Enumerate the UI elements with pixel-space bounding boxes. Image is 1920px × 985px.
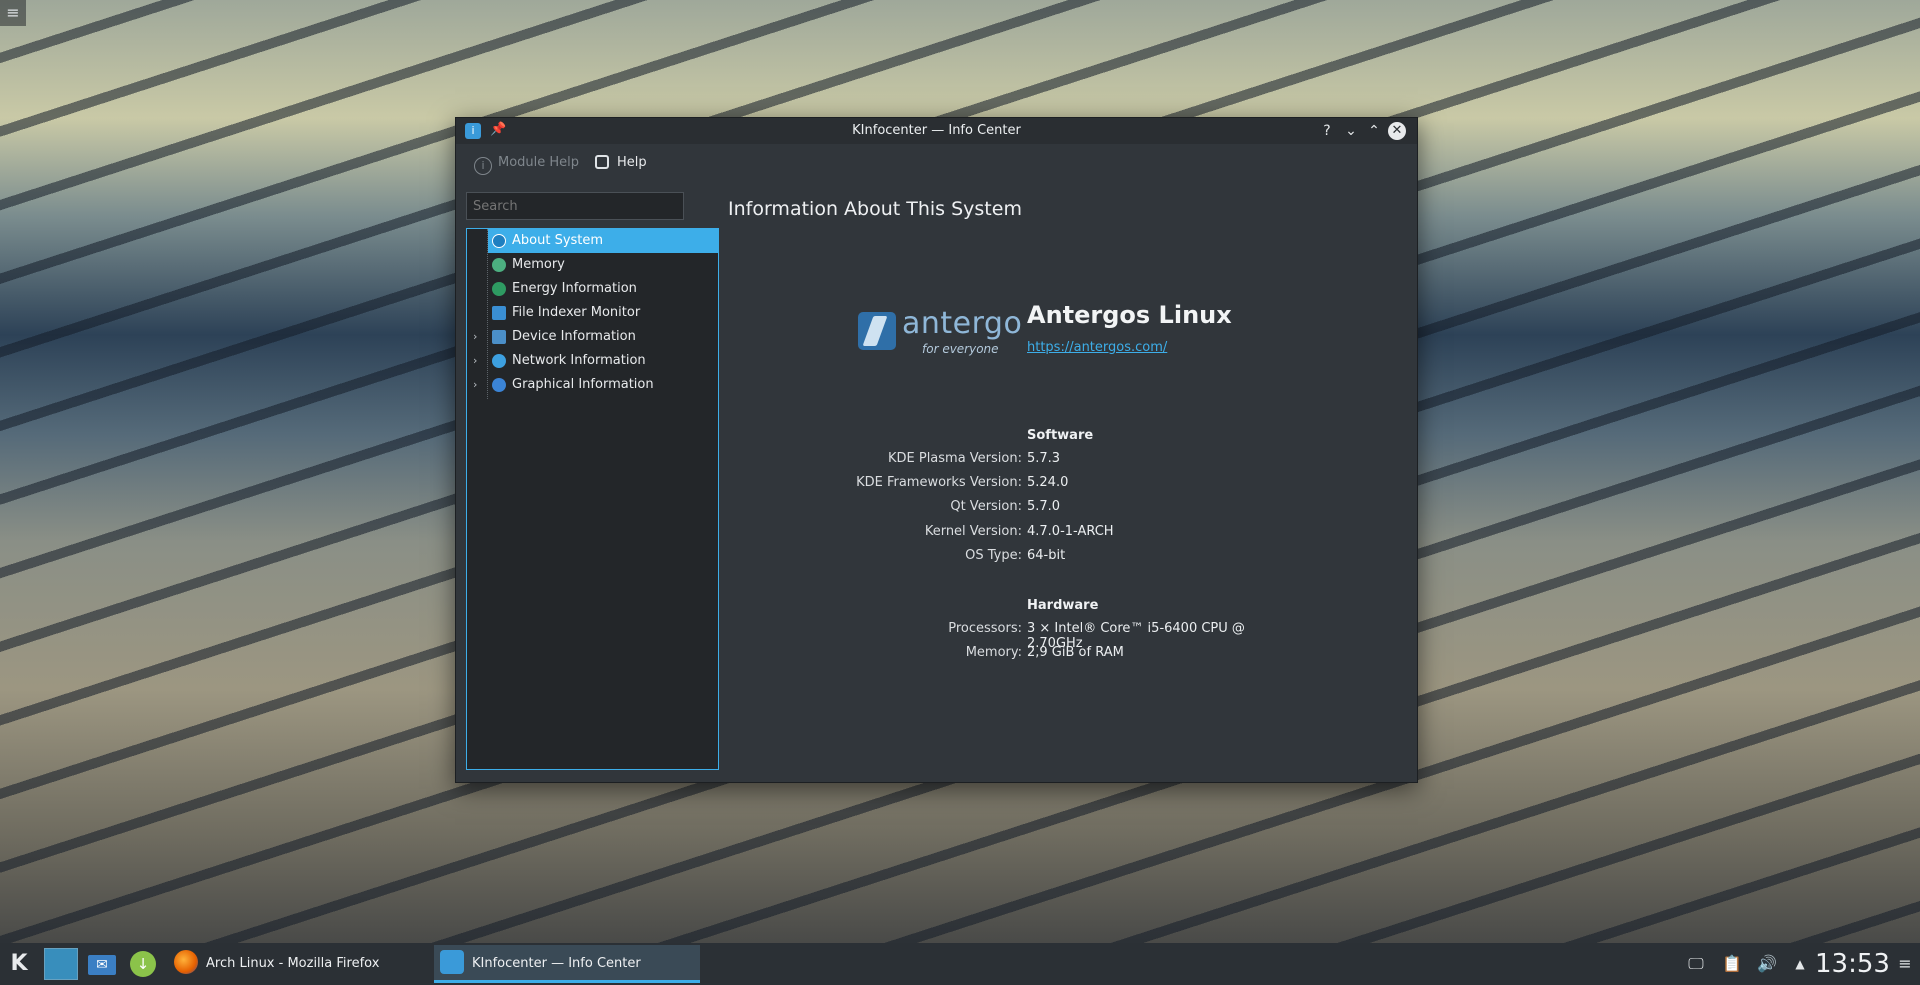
panel-menu-icon[interactable]: ≡ [1895,954,1915,974]
sidebar-item-label: About System [512,233,604,248]
info-value: 5.7.3 [1027,451,1061,466]
software-heading: Software [1027,428,1094,443]
desktop-menu-button[interactable]: ≡ [0,0,26,26]
task-firefox[interactable]: Arch Linux - Mozilla Firefox [168,945,430,983]
sidebar-item-about-system[interactable]: About System [488,229,718,253]
application-launcher-kde-icon[interactable]: K [4,949,34,979]
sidebar-item-label: Device Information [512,329,636,344]
info-key: KDE Plasma Version: [887,451,1022,466]
volume-icon[interactable]: 🔊 [1757,954,1777,974]
sidebar-item-graphical-information[interactable]: › Graphical Information [467,373,718,397]
info-row-processors: Processors: 3 × Intel® Core™ i5-6400 CPU… [656,621,1256,651]
info-key: KDE Frameworks Version: [856,475,1022,490]
virtual-desktop-pager[interactable] [44,948,78,980]
sidebar-item-memory[interactable]: Memory [467,253,718,277]
info-row-memory: Memory: 2,9 GiB of RAM [656,645,1256,665]
sidebar-item-label: Graphical Information [512,377,654,392]
clipboard-icon[interactable]: 📋 [1722,954,1742,974]
info-value: 64-bit [1027,548,1066,563]
info-value: 2,9 GiB of RAM [1027,645,1124,660]
sidebar-item-network-information[interactable]: › Network Information [467,349,718,373]
taskbar: K ✉ ↓ Arch Linux - Mozilla Firefox KInfo… [0,943,1920,985]
module-help-label: Module Help [498,155,580,170]
window-title: KInfocenter — Info Center [852,123,1021,138]
antergos-logo-mark-icon [858,312,896,350]
minimize-button[interactable]: ⌄ [1341,121,1361,141]
os-name: Antergos Linux [1027,301,1232,329]
info-row-kde-frameworks: KDE Frameworks Version: 5.24.0 [656,475,1256,495]
info-value: 4.7.0-1-ARCH [1027,524,1114,539]
task-label: KInfocenter — Info Center [472,956,641,971]
task-label: Arch Linux - Mozilla Firefox [206,956,380,971]
info-row-os-type: OS Type: 64-bit [656,548,1256,568]
mail-launcher-icon[interactable]: ✉ [88,955,116,975]
search-input[interactable] [466,192,684,220]
sidebar-item-label: File Indexer Monitor [512,305,641,320]
help-button[interactable]: Help [595,152,647,174]
maximize-button[interactable]: ⌃ [1364,121,1384,141]
logo-tagline: for everyone [922,342,999,356]
download-launcher-icon[interactable]: ↓ [130,951,156,977]
sidebar-item-file-indexer-monitor[interactable]: File Indexer Monitor [467,301,718,325]
graphics-icon [492,378,506,392]
file-indexer-icon [492,306,506,320]
logo-wordmark: antergo [902,306,1023,341]
info-value: 5.24.0 [1027,475,1069,490]
info-icon: i [474,157,492,175]
firefox-icon [174,950,198,974]
sidebar-item-label: Memory [512,257,565,272]
network-icon [492,354,506,368]
info-icon [492,234,506,248]
memory-icon [492,258,506,272]
info-key: OS Type: [965,548,1022,563]
info-key: Memory: [965,645,1022,660]
tray-expand-arrow-icon[interactable]: ▲ [1790,954,1810,974]
expand-arrow-icon[interactable]: › [473,325,483,349]
sidebar-item-energy-information[interactable]: Energy Information [467,277,718,301]
info-key: Kernel Version: [924,524,1022,539]
info-value: 5.7.0 [1027,499,1061,514]
module-help-button[interactable]: i Module Help [474,152,580,175]
device-icon [492,330,506,344]
expand-arrow-icon[interactable]: › [473,373,483,397]
info-row-kernel-version: Kernel Version: 4.7.0-1-ARCH [656,524,1256,544]
help-lifebuoy-icon [595,155,609,169]
sidebar-item-label: Energy Information [512,281,637,296]
sidebar-item-device-information[interactable]: › Device Information [467,325,718,349]
expand-arrow-icon[interactable]: › [473,349,483,373]
close-button[interactable]: ✕ [1388,122,1406,140]
info-row-qt-version: Qt Version: 5.7.0 [656,499,1256,519]
sidebar-item-label: Network Information [512,353,646,368]
window-titlebar[interactable]: i 📌 KInfocenter — Info Center ? ⌄ ⌃ ✕ [456,118,1417,144]
page-title: Information About This System [728,198,1022,220]
context-help-button[interactable]: ? [1317,121,1337,141]
task-kinfocenter[interactable]: KInfocenter — Info Center [434,945,700,983]
kinfocenter-window: i 📌 KInfocenter — Info Center ? ⌄ ⌃ ✕ iM… [455,117,1418,783]
digital-clock[interactable]: 13:53 [1815,947,1890,981]
kinfocenter-icon [440,950,464,974]
info-key: Qt Version: [950,499,1022,514]
antergos-logo: antergo for everyone [858,304,1022,358]
info-key: Processors: [948,621,1022,636]
energy-icon [492,282,506,296]
hardware-heading: Hardware [1027,598,1099,613]
toolbar: i Module Help Help [456,148,1417,178]
os-website-link[interactable]: https://antergos.com/ [1027,340,1167,355]
info-row-kde-plasma: KDE Plasma Version: 5.7.3 [656,451,1256,471]
help-label: Help [617,155,647,170]
display-configuration-icon[interactable]: 🖵 [1686,954,1706,974]
